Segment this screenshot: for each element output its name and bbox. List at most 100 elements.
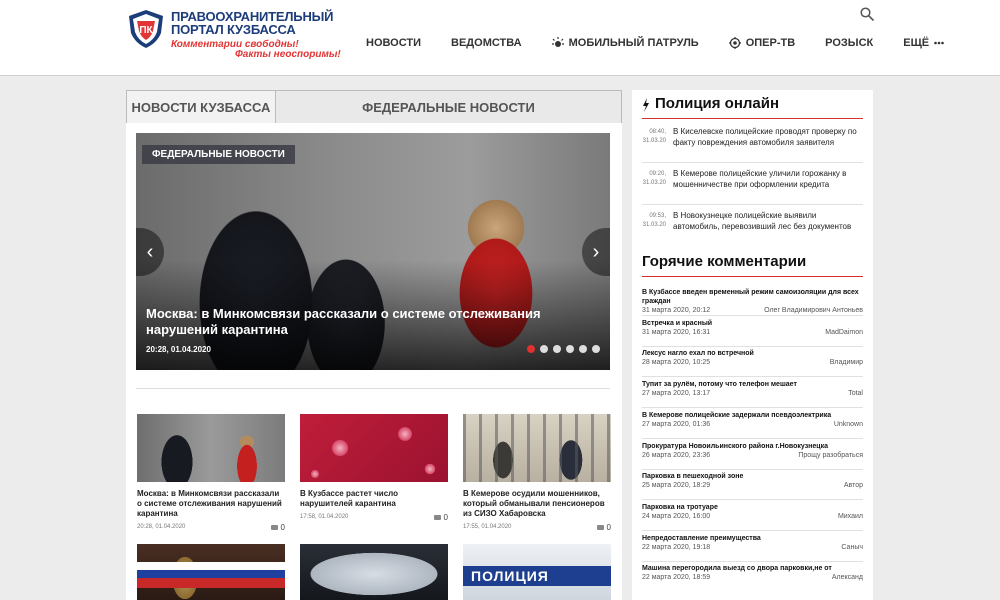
site-logo[interactable]: ПК ПРАВООХРАНИТЕЛЬНЫЙ ПОРТАЛ КУЗБАССА Ко… — [127, 9, 341, 61]
card-timestamp: 17:58, 01.04.2020 — [300, 514, 349, 520]
card-comment-count[interactable]: 0 — [270, 523, 285, 532]
comment-count: 0 — [443, 513, 448, 522]
police-online-heading[interactable]: Полиция онлайн — [655, 95, 779, 112]
nav-item-label: МОБИЛЬНЫЙ ПАТРУЛЬ — [568, 37, 699, 49]
divider — [642, 204, 863, 205]
hot-comment-item[interactable]: Встречка и красный 31 марта 2020, 16:31 Ma… — [642, 319, 863, 338]
police-online-item[interactable]: 08:40, 31.03.20 В Киселевске полицейские… — [642, 126, 863, 164]
po-headline[interactable]: В Кемерове полицейские уличили горожанку… — [673, 168, 863, 190]
news-tabs: НОВОСТИ КУЗБАССА ФЕДЕРАЛЬНЫЕ НОВОСТИ — [126, 90, 622, 123]
police-online-item[interactable]: 09:20, 31.03.20 В Кемерове полицейские у… — [642, 168, 863, 206]
hot-comment-item[interactable]: В Кузбассе введен временный режим самоиз… — [642, 288, 863, 316]
hot-comment-author: Саныч — [841, 544, 863, 551]
hot-comment-date: 26 марта 2020, 23:36 — [642, 452, 711, 459]
hot-comment-item[interactable]: Тупит за рулём, потому что телефон мешае… — [642, 380, 863, 399]
hot-comment-item[interactable]: Парковка на тротуаре 24 марта 2020, 16:00… — [642, 503, 863, 522]
news-slider[interactable]: ФЕДЕРАЛЬНЫЕ НОВОСТИ Москва: в Минкомсвяз… — [136, 133, 610, 370]
po-headline[interactable]: В Новокузнецке полицейские выявили автом… — [673, 210, 863, 232]
news-card[interactable] — [300, 544, 448, 600]
slider-dot[interactable] — [566, 345, 574, 353]
police-online-item[interactable]: 09:53, 31.03.20 В Новокузнецке полицейск… — [642, 210, 863, 248]
logo-slogan-2: Факты неоспоримы! — [235, 49, 341, 60]
tab-federal-news[interactable]: ФЕДЕРАЛЬНЫЕ НОВОСТИ — [276, 90, 622, 123]
hot-comment-author: Владимир — [829, 359, 863, 366]
nav-item-agencies[interactable]: ВЕДОМСТВА — [451, 37, 522, 49]
hot-comment-title[interactable]: Машина перегородила выезд со двора парко… — [642, 564, 863, 573]
target-icon — [728, 37, 741, 49]
hot-comment-date: 27 марта 2020, 13:17 — [642, 390, 711, 397]
card-image — [300, 544, 448, 600]
hot-comment-item[interactable]: Непредоставление преимущества 22 марта 20… — [642, 534, 863, 553]
nav-item-label: ВЕДОМСТВА — [451, 37, 522, 49]
card-meta: 17:58, 01.04.2020 0 — [300, 513, 448, 522]
divider — [642, 438, 863, 439]
news-card[interactable]: В Кузбассе растет число нарушителей кара… — [300, 414, 448, 522]
nav-item-label: ОПЕР-ТВ — [745, 37, 796, 49]
hot-comment-title[interactable]: В Кузбассе введен временный режим самоиз… — [642, 288, 863, 306]
hot-comment-item[interactable]: Прокуратура Новоильинского района г.Ново… — [642, 442, 863, 461]
slider-timestamp: 20:28, 01.04.2020 — [146, 345, 211, 354]
news-card[interactable] — [137, 544, 285, 600]
hot-comment-date: 31 марта 2020, 16:31 — [642, 329, 711, 336]
nav-item-oper-tv[interactable]: ОПЕР-ТВ — [728, 37, 796, 49]
po-headline[interactable]: В Киселевске полицейские проводят провер… — [673, 126, 863, 148]
slider-dot[interactable] — [592, 345, 600, 353]
hot-comment-author: Олег Владимирович Антоньев — [764, 307, 863, 314]
hot-comment-item[interactable]: Лексус нагло ехал по встречной 28 марта 2… — [642, 349, 863, 368]
slider-headline[interactable]: Москва: в Минкомсвязи рассказали о систе… — [146, 306, 606, 338]
news-card[interactable]: Москва: в Минкомсвязи рассказали о систе… — [137, 414, 285, 532]
card-title[interactable]: В Кузбассе растет число нарушителей кара… — [300, 489, 448, 509]
slider-category-badge[interactable]: ФЕДЕРАЛЬНЫЕ НОВОСТИ — [142, 145, 295, 164]
hot-comment-title[interactable]: Непредоставление преимущества — [642, 534, 863, 543]
hot-comment-title[interactable]: В Кемерове полицейские задержали псевдоэ… — [642, 411, 863, 420]
slider-dot[interactable] — [553, 345, 561, 353]
card-comment-count[interactable]: 0 — [596, 523, 611, 532]
slider-dots — [522, 345, 600, 353]
chevron-right-icon: › — [592, 240, 600, 263]
divider — [642, 407, 863, 408]
news-card[interactable]: В Кемерове осудили мошенников, который о… — [463, 414, 611, 532]
hot-comment-author: Unknown — [833, 421, 863, 428]
card-image — [300, 414, 448, 482]
search-icon[interactable] — [860, 7, 874, 21]
nav-item-news[interactable]: НОВОСТИ — [366, 37, 421, 49]
hot-comment-title[interactable]: Тупит за рулём, потому что телефон мешае… — [642, 380, 863, 389]
hot-comment-date: 31 марта 2020, 20:12 — [642, 307, 711, 314]
po-timestamp: 08:40, 31.03.20 — [642, 128, 666, 146]
card-image — [137, 414, 285, 482]
slider-dot[interactable] — [579, 345, 587, 353]
card-timestamp: 20:28, 01.04.2020 — [137, 524, 186, 530]
main-nav: НОВОСТИ ВЕДОМСТВА МОБИЛЬНЫЙ ПАТРУЛЬ ОПЕР… — [366, 36, 944, 50]
nav-item-label: ЕЩЁ — [903, 37, 930, 49]
logo-title: ПРАВООХРАНИТЕЛЬНЫЙ ПОРТАЛ КУЗБАССА — [171, 10, 334, 36]
nav-item-mobile-patrol[interactable]: МОБИЛЬНЫЙ ПАТРУЛЬ — [551, 37, 699, 49]
hot-comment-title[interactable]: Парковка в пешеходной зоне — [642, 472, 863, 481]
logo-shield-icon: ПК — [129, 10, 163, 48]
more-dots-icon — [934, 41, 944, 45]
hot-comment-item[interactable]: Парковка в пешеходной зоне 25 марта 2020,… — [642, 472, 863, 491]
card-title[interactable]: В Кемерове осудили мошенников, который о… — [463, 489, 611, 519]
nav-item-more[interactable]: ЕЩЁ — [903, 37, 944, 49]
slider-dot[interactable] — [540, 345, 548, 353]
hot-comment-title[interactable]: Прокуратура Новоильинского района г.Ново… — [642, 442, 863, 451]
slider-dot[interactable] — [527, 345, 535, 353]
nav-item-label: НОВОСТИ — [366, 37, 422, 49]
hot-comment-date: 27 марта 2020, 01:36 — [642, 421, 711, 428]
hot-comment-item[interactable]: Машина перегородила выезд со двора парко… — [642, 564, 863, 583]
hot-comment-title[interactable]: Встречка и красный — [642, 319, 863, 328]
comment-icon — [433, 515, 441, 520]
card-comment-count[interactable]: 0 — [433, 513, 448, 522]
hot-comment-author: Автор — [843, 482, 863, 489]
hot-comment-item[interactable]: В Кемерове полицейские задержали псевдоэ… — [642, 411, 863, 430]
hot-comments-heading[interactable]: Горячие комментарии — [642, 253, 806, 270]
card-title[interactable]: Москва: в Минкомсвязи рассказали о систе… — [137, 489, 285, 519]
hot-comment-author: Александ — [831, 574, 863, 581]
news-card[interactable]: ПОЛИЦИЯ — [463, 544, 611, 600]
hot-comment-title[interactable]: Парковка на тротуаре — [642, 503, 863, 512]
tab-kuzbass-news[interactable]: НОВОСТИ КУЗБАССА — [126, 90, 276, 123]
hot-comment-title[interactable]: Лексус нагло ехал по встречной — [642, 349, 863, 358]
card-image — [463, 414, 611, 482]
nav-item-wanted[interactable]: РОЗЫСК — [825, 37, 873, 49]
card-meta: 17:55, 01.04.2020 0 — [463, 523, 611, 532]
hot-comment-meta: 24 марта 2020, 16:00 Михаил — [642, 513, 863, 522]
